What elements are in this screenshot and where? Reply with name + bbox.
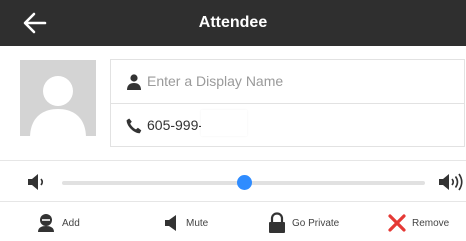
phone-icon [126, 118, 142, 134]
add-label: Add [62, 217, 80, 229]
mute-button[interactable]: Mute [164, 211, 208, 235]
phone-row [111, 104, 464, 147]
avatar[interactable] [20, 60, 96, 136]
divider [0, 201, 466, 202]
mute-icon [165, 215, 176, 231]
title-bar: Attendee [0, 0, 466, 46]
volume-slider-thumb[interactable] [236, 175, 252, 190]
remove-button[interactable]: Remove [388, 211, 449, 235]
phone-redaction [201, 110, 247, 136]
phone-input[interactable] [147, 112, 447, 138]
divider [0, 160, 466, 161]
user-silhouette-icon [30, 76, 86, 136]
remove-x-icon [388, 214, 406, 232]
attendee-fields [110, 59, 465, 147]
page-title: Attendee [198, 14, 268, 31]
go-private-label: Go Private [292, 217, 340, 229]
person-icon [127, 74, 141, 90]
add-user-icon [38, 214, 54, 232]
remove-label: Remove [412, 217, 450, 229]
add-button[interactable]: Add [36, 211, 80, 235]
display-name-row [111, 60, 464, 104]
go-private-button[interactable]: Go Private [268, 211, 339, 235]
mute-label: Mute [186, 217, 209, 229]
lock-icon [269, 212, 285, 233]
volume-high-icon[interactable] [437, 172, 465, 192]
display-name-input[interactable] [147, 68, 447, 94]
volume-low-icon[interactable] [26, 172, 48, 192]
